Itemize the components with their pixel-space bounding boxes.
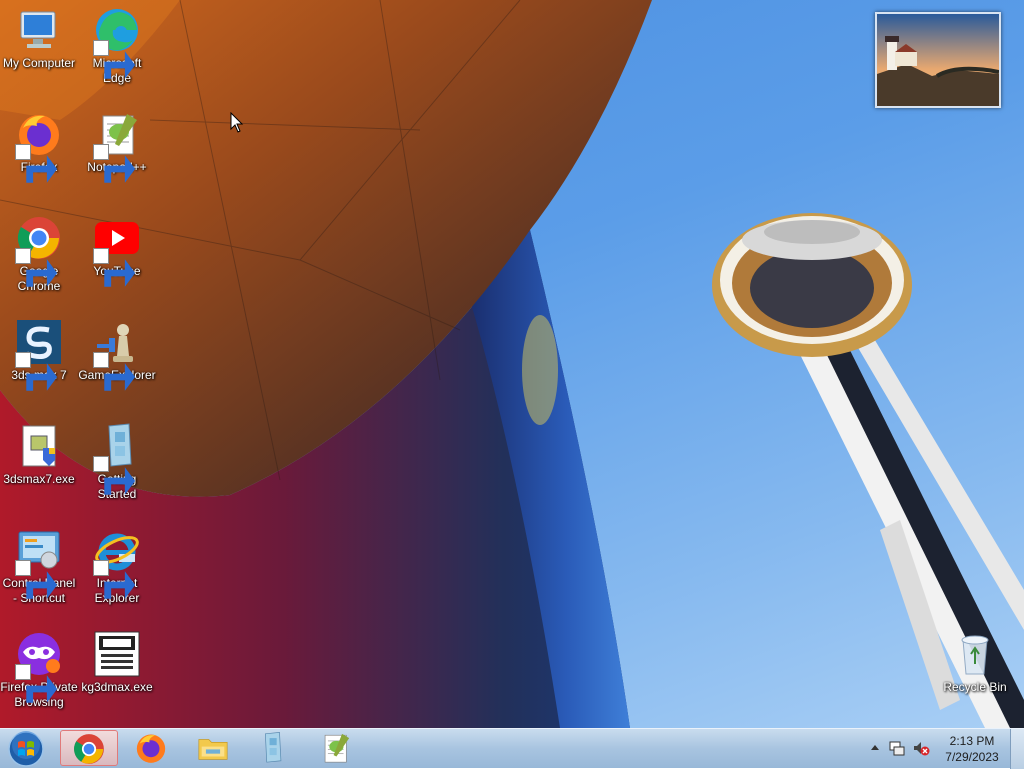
youtube-icon bbox=[93, 214, 141, 287]
edge-icon bbox=[93, 6, 141, 79]
shortcut-arrow-icon bbox=[93, 456, 136, 495]
notepadpp-icon bbox=[93, 110, 141, 183]
desktop-icon-gameexplorer[interactable]: GameExplorer bbox=[78, 318, 156, 391]
desktop-icon-kg3dmax-exe[interactable]: kg3dmax.exe bbox=[78, 630, 156, 695]
shortcut-arrow-icon bbox=[15, 352, 58, 391]
firefox-private-icon bbox=[15, 630, 63, 703]
firefox-icon bbox=[136, 734, 166, 763]
internet-explorer-icon bbox=[93, 526, 141, 599]
taskbar-button-firefox[interactable] bbox=[122, 730, 180, 766]
start-button[interactable] bbox=[4, 730, 48, 768]
taskbar-button-notepadpp[interactable] bbox=[306, 730, 364, 766]
desktop-icon-youtube[interactable]: YouTube bbox=[78, 214, 156, 287]
system-clock[interactable]: 2:13 PM 7/29/2023 bbox=[930, 733, 1014, 765]
shortcut-arrow-icon bbox=[15, 664, 58, 703]
kg3dmax-icon bbox=[93, 630, 141, 678]
desktop-icon-google-chrome[interactable]: Google Chrome bbox=[0, 214, 78, 294]
mouse-cursor-icon bbox=[230, 112, 244, 133]
clock-date: 7/29/2023 bbox=[945, 750, 999, 764]
desktop-icon-notepadpp[interactable]: Notepad++ bbox=[78, 110, 156, 183]
desktop-icon-recycle-bin[interactable]: Recycle Bin bbox=[936, 630, 1014, 695]
control-panel-icon bbox=[15, 526, 63, 599]
folder-icon bbox=[198, 739, 228, 760]
computer-icon bbox=[15, 6, 63, 54]
taskbar: 2:13 PM 7/29/2023 bbox=[0, 728, 1024, 769]
desktop-icon-getting-started[interactable]: Getting Started bbox=[78, 422, 156, 502]
shortcut-arrow-icon bbox=[93, 40, 136, 79]
volume-muted-icon[interactable] bbox=[912, 739, 930, 757]
desktop-icon-label: kg3dmax.exe bbox=[81, 680, 153, 694]
show-desktop-button[interactable] bbox=[1010, 729, 1024, 769]
desktop-icon-microsoft-edge[interactable]: Microsoft Edge bbox=[78, 6, 156, 86]
desktop-icon-3ds-max-7[interactable]: 3ds max 7 bbox=[0, 318, 78, 391]
desktop-icon-3dsmax7-exe[interactable]: 3dsmax7.exe bbox=[0, 422, 78, 487]
taskbar-button-getting-started[interactable] bbox=[242, 730, 300, 766]
desktop-icon-label: My Computer bbox=[2, 56, 76, 70]
shortcut-arrow-icon bbox=[93, 560, 136, 599]
desktop-icon-internet-explorer[interactable]: Internet Explorer bbox=[78, 526, 156, 606]
clock-time: 2:13 PM bbox=[949, 734, 995, 748]
chrome-icon bbox=[15, 214, 63, 287]
getting-started-icon bbox=[264, 732, 282, 763]
desktop-icon-control-panel[interactable]: Control Panel - Shortcut bbox=[0, 526, 78, 606]
slideshow-gadget[interactable] bbox=[875, 12, 1001, 108]
shortcut-arrow-icon bbox=[15, 248, 58, 287]
taskbar-button-explorer[interactable] bbox=[184, 730, 242, 766]
network-icon[interactable] bbox=[888, 739, 906, 757]
desktop-icon-firefox-private-browsing[interactable]: Firefox Private Browsing bbox=[0, 630, 78, 710]
desktop-icon-my-computer[interactable]: My Computer bbox=[0, 6, 78, 71]
exe-icon bbox=[15, 422, 63, 470]
shortcut-arrow-icon bbox=[93, 248, 136, 287]
firefox-icon bbox=[15, 110, 63, 183]
notepadpp-icon bbox=[324, 733, 350, 763]
game-explorer-icon bbox=[93, 318, 141, 391]
3dsmax-icon bbox=[15, 318, 63, 391]
desktop-icon-firefox[interactable]: Firefox bbox=[0, 110, 78, 183]
getting-started-icon bbox=[93, 422, 141, 495]
desktop-icon-label: 3dsmax7.exe bbox=[3, 472, 75, 486]
show-hidden-icons-chevron-up-icon[interactable] bbox=[866, 739, 884, 757]
shortcut-arrow-icon bbox=[93, 144, 136, 183]
shortcut-arrow-icon bbox=[15, 144, 58, 183]
taskbar-button-chrome[interactable] bbox=[60, 730, 118, 766]
windows-logo-icon bbox=[8, 731, 44, 767]
chrome-icon bbox=[74, 734, 104, 764]
shortcut-arrow-icon bbox=[93, 352, 136, 391]
recycle-bin-icon bbox=[951, 630, 999, 678]
desktop-icon-label: Recycle Bin bbox=[943, 680, 1007, 694]
shortcut-arrow-icon bbox=[15, 560, 58, 599]
lighthouse-photo bbox=[877, 14, 999, 106]
